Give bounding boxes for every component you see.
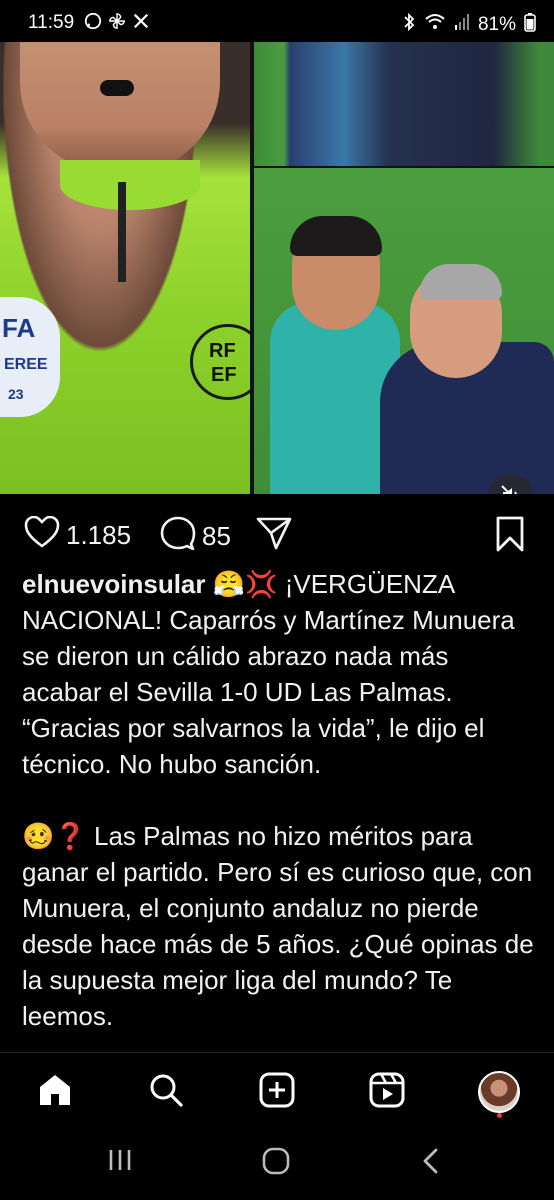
nav-reels[interactable] — [362, 1067, 412, 1117]
bluetooth-icon — [402, 12, 416, 37]
fifa-referee-badge: FA EREE 23 — [0, 297, 60, 417]
home-system-button[interactable] — [261, 1146, 291, 1184]
whatsapp-icon — [84, 12, 102, 35]
send-icon — [256, 516, 292, 557]
post-caption: elnuevoinsular 😤💢 ¡VERGÜENZA NACIONAL! C… — [22, 566, 534, 1070]
svg-text:23: 23 — [8, 386, 24, 402]
caption-emojis-1: 😤💢 — [212, 569, 278, 599]
status-time: 11:59 — [28, 12, 75, 33]
pinwheel-icon — [108, 12, 126, 35]
caption-paragraph-2: 🥴❓ Las Palmas no hizo méritos para ganar… — [22, 818, 534, 1034]
post-username[interactable]: elnuevoinsular — [22, 569, 206, 599]
like-count: 1.185 — [66, 520, 132, 550]
recent-apps-button[interactable] — [106, 1146, 134, 1182]
heart-icon — [24, 515, 60, 555]
bottom-navigation — [0, 1052, 554, 1129]
home-icon — [37, 1072, 73, 1113]
nav-home[interactable] — [30, 1067, 80, 1117]
caption-text-2: Las Palmas no hizo méritos para ganar el… — [22, 821, 534, 1031]
search-icon — [148, 1072, 184, 1113]
comment-icon — [160, 516, 196, 557]
notification-dot — [497, 1113, 502, 1118]
bookmark-icon — [494, 516, 526, 559]
status-bar: 11:59 81% — [0, 0, 554, 42]
battery-icon — [524, 12, 536, 37]
caption-paragraph-1: elnuevoinsular 😤💢 ¡VERGÜENZA NACIONAL! C… — [22, 566, 534, 782]
back-button[interactable] — [420, 1146, 442, 1184]
svg-text:RF: RF — [209, 340, 236, 362]
profile-avatar — [478, 1071, 520, 1113]
speaker-muted-icon — [499, 483, 523, 494]
signal-icon — [454, 13, 470, 36]
referee-closeup-image: FA EREE 23 RF EF — [0, 42, 250, 494]
nav-profile[interactable] — [474, 1067, 524, 1118]
comment-count: 85 — [202, 521, 231, 551]
wifi-icon — [424, 13, 446, 36]
caption-text-1: ¡VERGÜENZA NACIONAL! Caparrós y Martínez… — [22, 569, 515, 779]
post-actions: 1.185 85 — [0, 494, 554, 570]
x-icon — [132, 12, 150, 35]
headset-mic — [100, 80, 134, 96]
share-button[interactable] — [256, 516, 292, 557]
save-button[interactable] — [494, 516, 526, 559]
comment-button[interactable]: 85 — [160, 516, 231, 557]
like-button[interactable]: 1.185 — [24, 515, 132, 555]
svg-text:FA: FA — [2, 313, 35, 343]
sideline-image — [254, 42, 554, 166]
reels-icon — [369, 1072, 405, 1113]
post-media[interactable]: FA EREE 23 RF EF — [0, 42, 554, 494]
create-icon — [259, 1072, 295, 1113]
system-navigation — [0, 1128, 554, 1200]
battery-percent: 81% — [477, 13, 516, 35]
nav-create[interactable] — [252, 1067, 302, 1117]
nav-search[interactable] — [141, 1067, 191, 1117]
svg-text:EF: EF — [211, 364, 237, 386]
rfef-logo: RF EF — [190, 324, 250, 400]
caption-emojis-2: 🥴❓ — [22, 821, 87, 851]
svg-text:EREE: EREE — [4, 356, 48, 373]
